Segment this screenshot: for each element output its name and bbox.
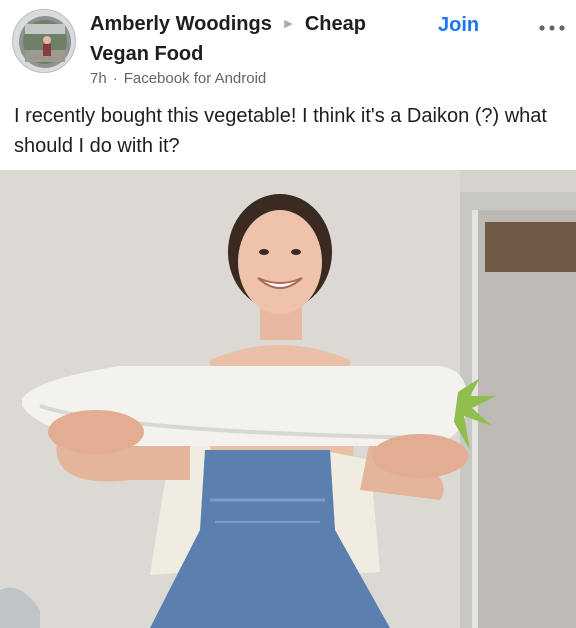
join-button[interactable]: Join [438,14,479,37]
post-photo[interactable] [0,170,576,628]
post-source: Facebook for Android [123,70,267,87]
post-title: Amberly Woodings ► Cheap Vegan Food [90,10,430,69]
photo-image [0,170,576,628]
author-avatar[interactable] [12,9,76,73]
more-options-icon[interactable] [536,18,568,38]
avatar-image [13,10,75,72]
post-header: Amberly Woodings ► Cheap Vegan Food 7h · F… [0,0,576,95]
separator-dot: · [112,70,118,87]
post-meta: 7h · Facebook for Android [90,70,266,87]
post-time[interactable]: 7h [90,70,107,87]
triangle-right-icon: ► [281,15,296,31]
post-text: I recently bought this vegetable! I thin… [14,105,547,157]
author-name[interactable]: Amberly Woodings [90,13,272,35]
